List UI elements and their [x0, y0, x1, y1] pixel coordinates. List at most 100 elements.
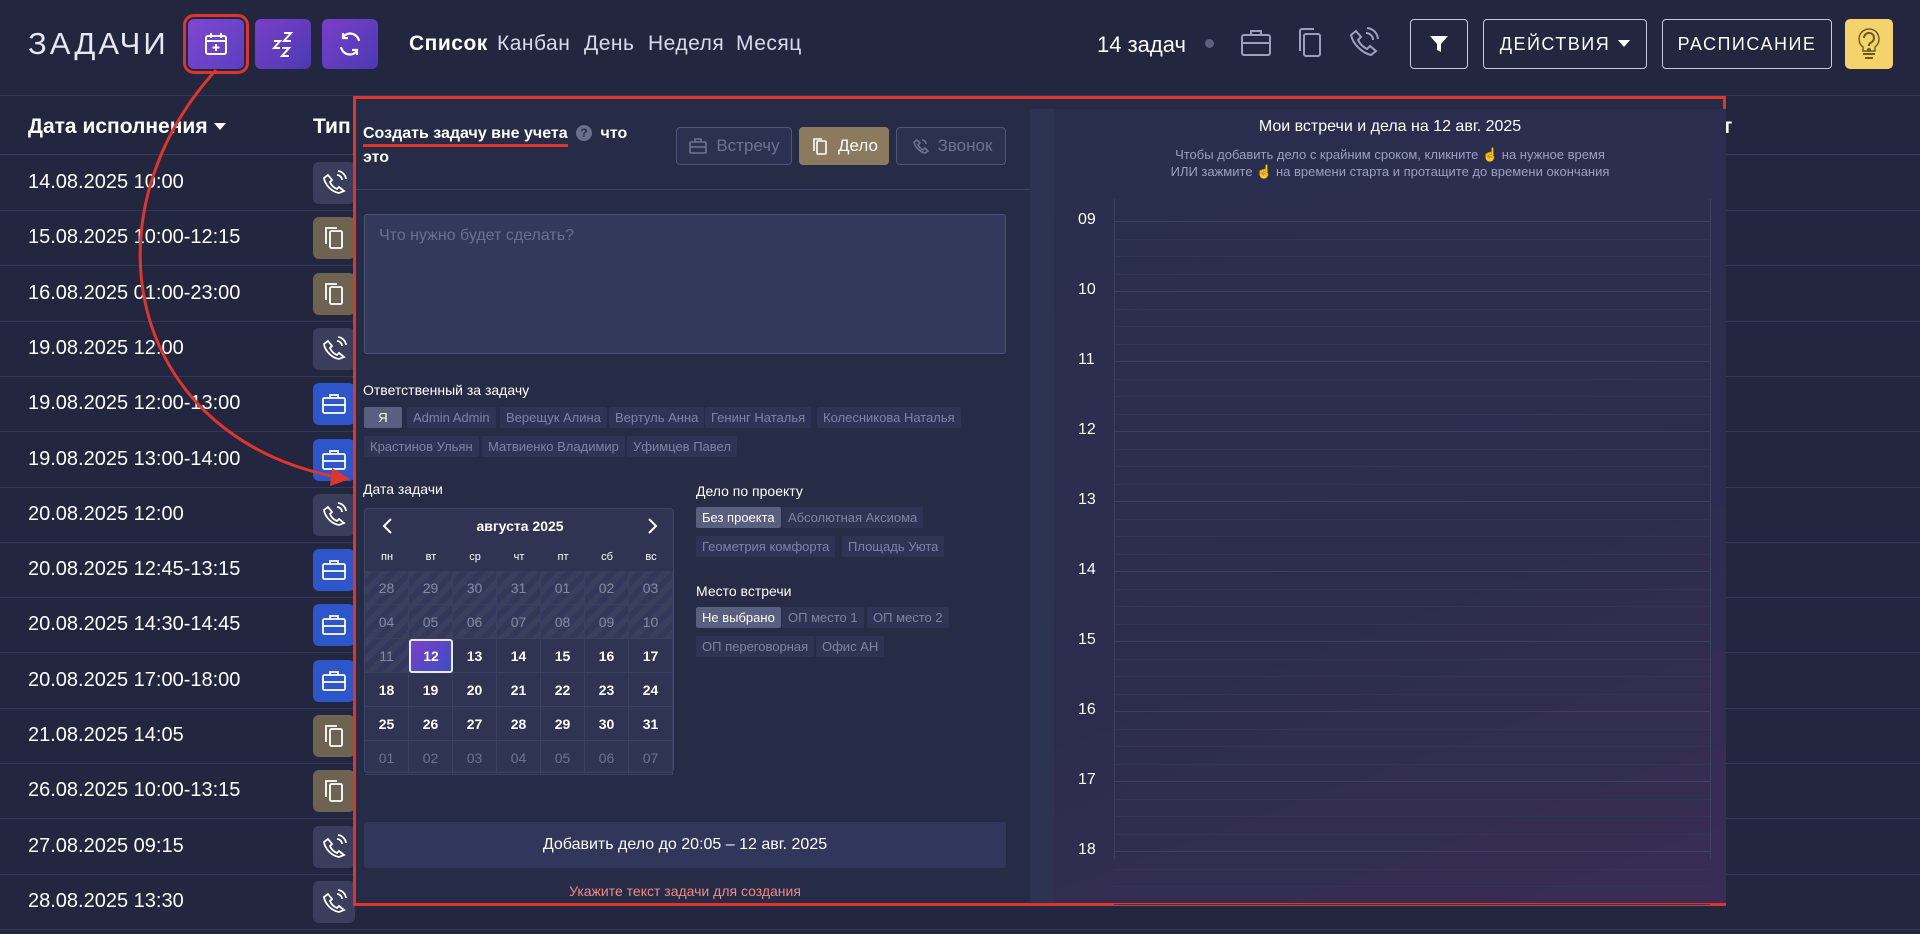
schedule-quarter-line: [1114, 588, 1710, 590]
row-type-task-icon: [313, 217, 355, 260]
row-date: 28.08.2025 13:30: [28, 889, 184, 912]
tab-week[interactable]: Неделя: [648, 32, 724, 56]
calendar-day[interactable]: 02: [409, 741, 453, 775]
task-text-input[interactable]: Что нужно будет сделать?: [364, 214, 1006, 354]
row-type-call-icon: [313, 825, 355, 868]
row-type-meet-icon: [313, 383, 355, 426]
chevron-right-icon: [648, 518, 658, 534]
calendar-day[interactable]: 27: [453, 707, 497, 741]
calendar-day[interactable]: 23: [585, 673, 629, 707]
responsible-chip[interactable]: Я: [364, 407, 402, 428]
schedule-button[interactable]: РАСПИСАНИЕ: [1662, 19, 1832, 69]
schedule-hour-line: [1114, 571, 1710, 572]
tab-month[interactable]: Месяц: [736, 32, 802, 56]
calendar-day[interactable]: 13: [453, 639, 497, 673]
calendar-day[interactable]: 31: [629, 707, 673, 741]
calendar-day[interactable]: 03: [629, 571, 673, 605]
project-chip[interactable]: Абсолютная Аксиома: [782, 507, 924, 528]
date-picker: августа 2025 пн вт ср чт пт сб вс 28 29 30 31 01 02 0…: [364, 508, 674, 775]
snooze-button[interactable]: [255, 19, 311, 69]
calendar-day[interactable]: 21: [497, 673, 541, 707]
project-chip[interactable]: Площадь Уюта: [842, 536, 945, 557]
filter-tasks-button[interactable]: [1292, 25, 1328, 61]
responsible-chip[interactable]: Admin Admin: [407, 407, 496, 428]
project-chip[interactable]: Геометрия комфорта: [696, 536, 836, 557]
calendar-day[interactable]: 05: [409, 605, 453, 639]
calendar-day[interactable]: 07: [629, 741, 673, 775]
help-circle-icon[interactable]: ?: [576, 125, 593, 141]
row-date: 27.08.2025 09:15: [28, 834, 184, 857]
actions-dropdown[interactable]: ДЕЙСТВИЯ: [1483, 19, 1647, 69]
project-chip[interactable]: Без проекта: [696, 507, 781, 528]
create-task-modal: Создать задачу вне учета ? что это Встре…: [353, 96, 1726, 906]
schedule-quarter-line: [1114, 903, 1710, 905]
responsible-chip[interactable]: Верещук Алина: [500, 407, 607, 428]
calendar-day[interactable]: 26: [409, 707, 453, 741]
place-chip[interactable]: ОП место 2: [867, 607, 949, 628]
filter-calls-button[interactable]: [1345, 25, 1381, 61]
refresh-button[interactable]: [322, 19, 378, 69]
calendar-day[interactable]: 03: [453, 741, 497, 775]
responsible-chip[interactable]: Уфимцев Павел: [627, 436, 737, 457]
calendar-day[interactable]: 31: [497, 571, 541, 605]
calendar-day[interactable]: 10: [629, 605, 673, 639]
calendar-day[interactable]: 18: [365, 673, 409, 707]
filter-button[interactable]: [1410, 19, 1468, 69]
calendar-day[interactable]: 11: [365, 639, 409, 673]
calendar-day[interactable]: 14: [497, 639, 541, 673]
calendar-day[interactable]: 19: [409, 673, 453, 707]
help-button[interactable]: [1845, 19, 1893, 69]
schedule-hour-label: 17: [1078, 771, 1096, 788]
sort-by-date-header[interactable]: Дата исполнения: [28, 115, 226, 139]
tab-list[interactable]: Список: [409, 32, 488, 56]
place-chip[interactable]: ОП переговорная: [696, 636, 815, 657]
calendar-day[interactable]: 29: [409, 571, 453, 605]
schedule-grid[interactable]: 09 10 11 12 13 14 15 16 17 18: [1054, 199, 1726, 905]
calendar-day[interactable]: 02: [585, 571, 629, 605]
schedule-quarter-line: [1114, 623, 1710, 625]
calendar-day[interactable]: 12: [409, 639, 453, 673]
tab-day[interactable]: День: [584, 32, 634, 56]
type-task-button[interactable]: Дело: [799, 127, 889, 165]
calendar-day[interactable]: 16: [585, 639, 629, 673]
calendar-day[interactable]: 15: [541, 639, 585, 673]
next-month-button[interactable]: [641, 515, 663, 537]
create-task-button[interactable]: [183, 14, 249, 74]
calendar-day[interactable]: 22: [541, 673, 585, 707]
responsible-chip[interactable]: Колесникова Наталья: [817, 407, 961, 428]
responsible-chip[interactable]: Матвиенко Владимир: [482, 436, 625, 457]
place-chip[interactable]: Не выбрано: [696, 607, 781, 628]
calendar-day[interactable]: 06: [453, 605, 497, 639]
calendar-day[interactable]: 01: [365, 741, 409, 775]
calendar-day[interactable]: 04: [497, 741, 541, 775]
calendar-day[interactable]: 07: [497, 605, 541, 639]
filter-meetings-button[interactable]: [1238, 25, 1274, 61]
calendar-day[interactable]: 29: [541, 707, 585, 741]
calendar-day[interactable]: 20: [453, 673, 497, 707]
calendar-day[interactable]: 04: [365, 605, 409, 639]
calendar-day[interactable]: 28: [365, 571, 409, 605]
calendar-day[interactable]: 24: [629, 673, 673, 707]
responsible-chip[interactable]: Генинг Наталья: [705, 407, 812, 428]
responsible-chip[interactable]: Вертуль Анна: [609, 407, 705, 428]
type-meeting-button[interactable]: Встречу: [676, 127, 792, 165]
calendar-day[interactable]: 17: [629, 639, 673, 673]
calendar-day[interactable]: 28: [497, 707, 541, 741]
calendar-day[interactable]: 09: [585, 605, 629, 639]
schedule-quarter-line: [1114, 518, 1710, 520]
calendar-day[interactable]: 30: [585, 707, 629, 741]
add-task-button[interactable]: Добавить дело до 20:05 – 12 авг. 2025: [364, 822, 1006, 868]
row-date: 26.08.2025 10:00-13:15: [28, 779, 241, 802]
place-chip[interactable]: Офис АН: [816, 636, 885, 657]
calendar-day[interactable]: 30: [453, 571, 497, 605]
responsible-chip[interactable]: Крастинов Ульян: [364, 436, 479, 457]
type-call-button[interactable]: Звонок: [896, 127, 1006, 165]
calendar-day[interactable]: 01: [541, 571, 585, 605]
calendar-day[interactable]: 05: [541, 741, 585, 775]
calendar-day[interactable]: 06: [585, 741, 629, 775]
tab-kanban[interactable]: Канбан: [497, 32, 570, 56]
calendar-day[interactable]: 25: [365, 707, 409, 741]
schedule-hour-line: [1114, 431, 1710, 432]
calendar-day[interactable]: 08: [541, 605, 585, 639]
place-chip[interactable]: ОП место 1: [782, 607, 864, 628]
